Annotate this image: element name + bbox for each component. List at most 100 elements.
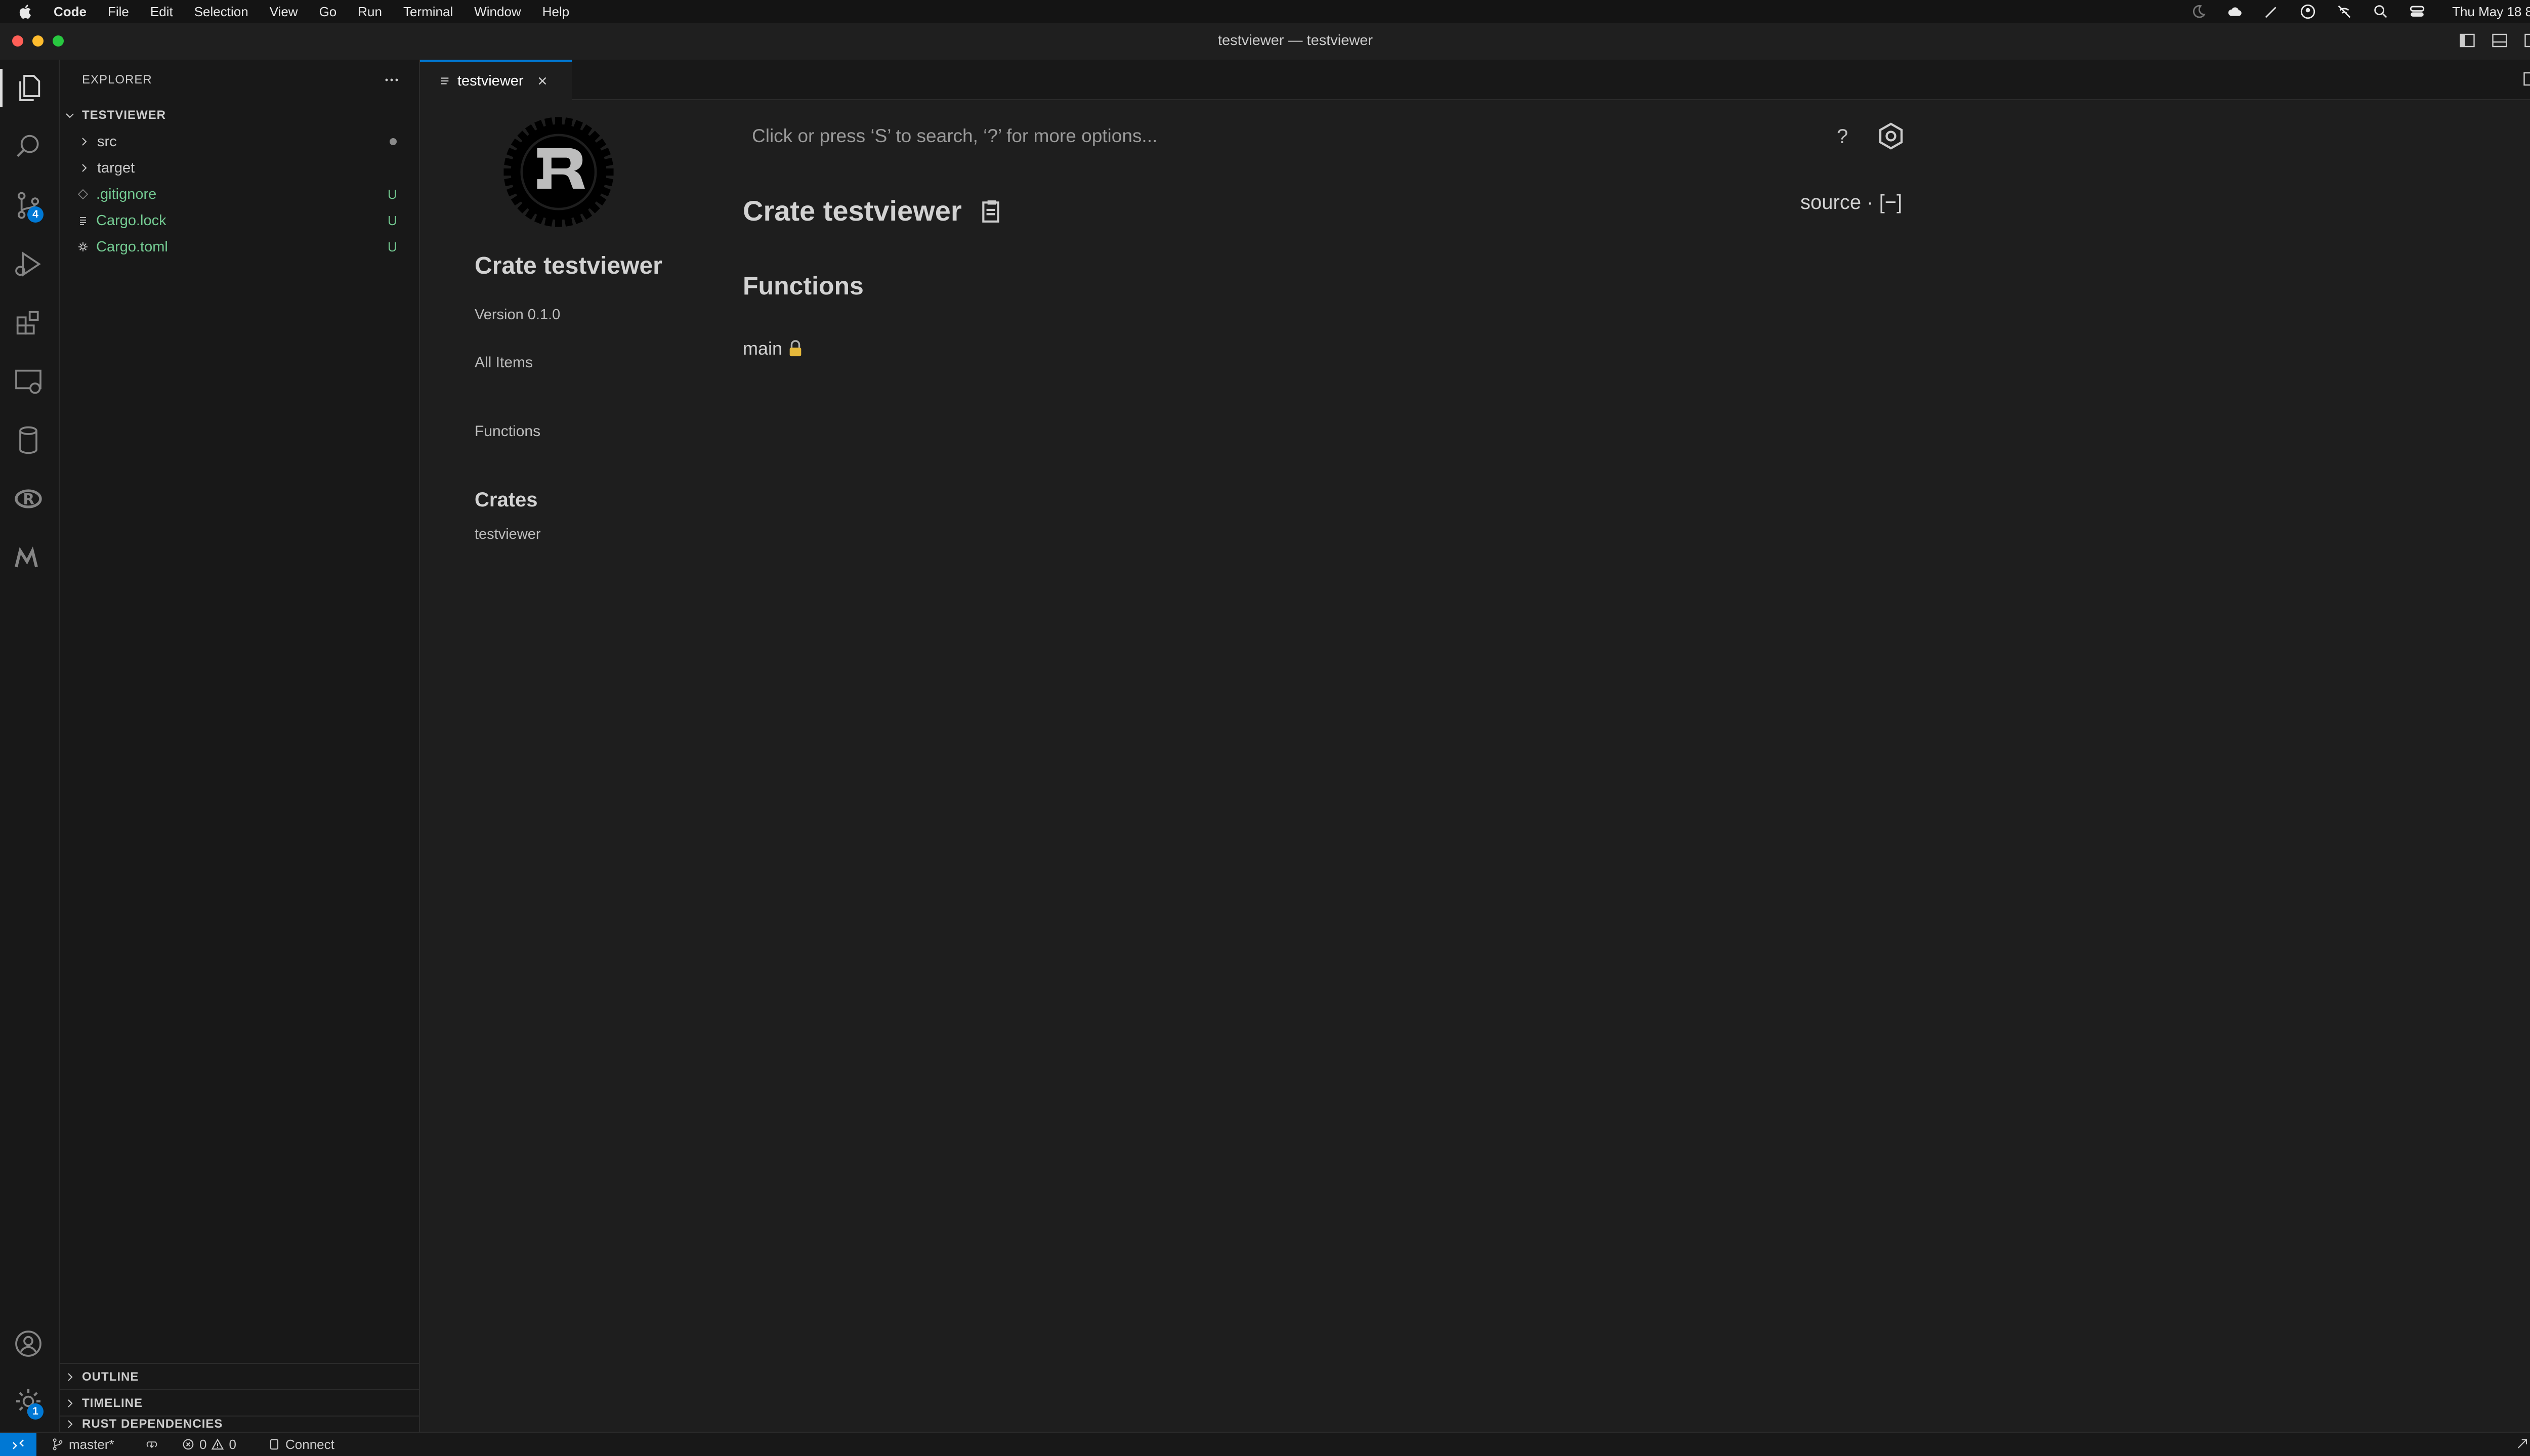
chevron-right-icon	[78, 162, 90, 174]
database-view-button[interactable]	[12, 424, 45, 456]
error-count: 0	[199, 1437, 206, 1452]
manage-button[interactable]: 1	[12, 1385, 45, 1418]
accounts-button[interactable]	[12, 1327, 45, 1360]
toggle-primary-sidebar-icon[interactable]	[2458, 31, 2476, 50]
problems-status[interactable]: 0 0	[181, 1433, 236, 1456]
menu-go[interactable]: Go	[319, 4, 337, 20]
git-status-untracked: U	[388, 187, 397, 202]
mermaid-view-button[interactable]	[12, 541, 45, 574]
menu-bar-clock[interactable]: Thu May 18 8:35 AM	[2452, 4, 2530, 20]
sync-status[interactable]	[145, 1433, 159, 1456]
tree-item-target[interactable]: target	[60, 155, 419, 181]
menu-window[interactable]: Window	[474, 4, 521, 20]
explorer-title: EXPLORER	[82, 73, 152, 87]
svg-text:R: R	[23, 491, 34, 508]
remote-indicator[interactable]	[0, 1433, 36, 1456]
menu-terminal[interactable]: Terminal	[403, 4, 453, 20]
doc-help-button[interactable]: ?	[1837, 125, 1848, 148]
split-editor-icon[interactable]	[2522, 70, 2530, 88]
tree-item-cargo-lock[interactable]: Cargo.lock U	[60, 207, 419, 234]
menu-edit[interactable]: Edit	[150, 4, 173, 20]
extensions-icon	[12, 307, 45, 339]
git-branch-status[interactable]: master*	[51, 1433, 114, 1456]
user-circle-icon[interactable]	[2299, 3, 2316, 20]
apple-icon[interactable]	[17, 3, 34, 20]
menu-help[interactable]: Help	[542, 4, 569, 20]
rust-logo-icon[interactable]	[499, 112, 618, 232]
doc-sidebar-crate-title[interactable]: Crate testviewer	[475, 252, 662, 280]
feedback-icon	[2516, 1437, 2530, 1451]
moon-icon[interactable]	[2190, 3, 2207, 20]
tree-item-label: .gitignore	[96, 186, 156, 203]
remote-explorer-view-button[interactable]	[12, 365, 45, 398]
explorer-root-folder[interactable]: TESTVIEWER	[60, 102, 419, 129]
timeline-section[interactable]: TIMELINE	[60, 1389, 419, 1417]
outline-section[interactable]: OUTLINE	[60, 1363, 419, 1390]
chevron-down-icon	[64, 109, 76, 121]
files-icon	[12, 72, 45, 104]
rust-view-button[interactable]: R	[12, 483, 45, 515]
run-debug-icon	[12, 248, 45, 280]
doc-crates-heading: Crates	[475, 489, 538, 511]
doc-functions-link[interactable]: Functions	[475, 423, 540, 440]
search-view-button[interactable]	[12, 131, 45, 163]
sync-icon	[145, 1437, 159, 1451]
modified-dot	[390, 138, 397, 145]
tree-item-label: Cargo.lock	[96, 212, 166, 229]
doc-function-main[interactable]: main	[743, 338, 804, 359]
toggle-secondary-sidebar-icon[interactable]	[2523, 31, 2530, 50]
account-icon	[12, 1327, 45, 1360]
run-debug-view-button[interactable]	[12, 248, 45, 280]
tree-item-cargo-toml[interactable]: Cargo.toml U	[60, 234, 419, 260]
tree-item-gitignore[interactable]: .gitignore U	[60, 181, 419, 207]
doc-search-input[interactable]: Click or press ‘S’ to search, ‘?’ for mo…	[752, 125, 1157, 147]
source-control-view-button[interactable]: 4	[12, 189, 45, 222]
close-icon[interactable]	[536, 74, 549, 88]
doc-source-link[interactable]: source · [−]	[1800, 191, 1902, 214]
chevron-right-icon	[78, 136, 90, 148]
live-share-status[interactable]	[2516, 1433, 2530, 1456]
cloud-icon[interactable]	[2226, 3, 2244, 20]
more-actions-icon[interactable]	[382, 70, 402, 90]
rustdoc-preview: Crate testviewer Version 0.1.0 All Items…	[420, 100, 2530, 1432]
doc-version: Version 0.1.0	[475, 307, 560, 323]
outline-section-label: OUTLINE	[82, 1370, 139, 1384]
lock-icon	[787, 340, 804, 357]
connect-status[interactable]: Connect	[267, 1433, 334, 1456]
menu-view[interactable]: View	[270, 4, 298, 20]
wifi-off-icon[interactable]	[2336, 3, 2353, 20]
menu-bar-status-area: Thu May 18 8:35 AM	[2190, 0, 2530, 23]
menu-app-name[interactable]: Code	[54, 4, 87, 20]
toggle-panel-icon[interactable]	[2491, 31, 2509, 50]
menu-file[interactable]: File	[108, 4, 129, 20]
remote-icon	[11, 1437, 26, 1452]
pen-icon[interactable]	[2263, 3, 2280, 20]
editor-tab-bar: testviewer	[420, 60, 2530, 100]
control-center-icon[interactable]	[2409, 3, 2426, 20]
menu-run[interactable]: Run	[358, 4, 382, 20]
explorer-root-label: TESTVIEWER	[82, 108, 166, 122]
git-status-untracked: U	[388, 239, 397, 255]
layout-controls	[2458, 31, 2530, 50]
tree-item-src[interactable]: src	[60, 129, 419, 155]
rust-dependencies-section[interactable]: RUST DEPENDENCIES	[60, 1416, 419, 1432]
database-icon	[12, 424, 45, 456]
copy-path-icon[interactable]	[981, 198, 1003, 224]
doc-all-items-link[interactable]: All Items	[475, 354, 533, 371]
rust-dependencies-label: RUST DEPENDENCIES	[82, 1417, 223, 1431]
menu-selection[interactable]: Selection	[194, 4, 248, 20]
gitignore-file-icon	[77, 188, 89, 200]
chevron-right-icon	[64, 1397, 76, 1409]
doc-crate-link[interactable]: testviewer	[475, 526, 541, 543]
timeline-section-label: TIMELINE	[82, 1396, 143, 1410]
mermaid-icon	[12, 541, 45, 574]
spotlight-search-icon[interactable]	[2372, 3, 2389, 20]
function-main-link[interactable]: main	[743, 338, 782, 359]
activity-bar: 4 R 1	[0, 60, 60, 1432]
git-branch-label: master*	[69, 1437, 114, 1452]
error-icon	[181, 1437, 195, 1451]
explorer-view-button[interactable]	[12, 72, 45, 104]
tab-testviewer[interactable]: testviewer	[420, 60, 572, 100]
extensions-view-button[interactable]	[12, 307, 45, 339]
doc-settings-icon[interactable]	[1876, 121, 1906, 151]
